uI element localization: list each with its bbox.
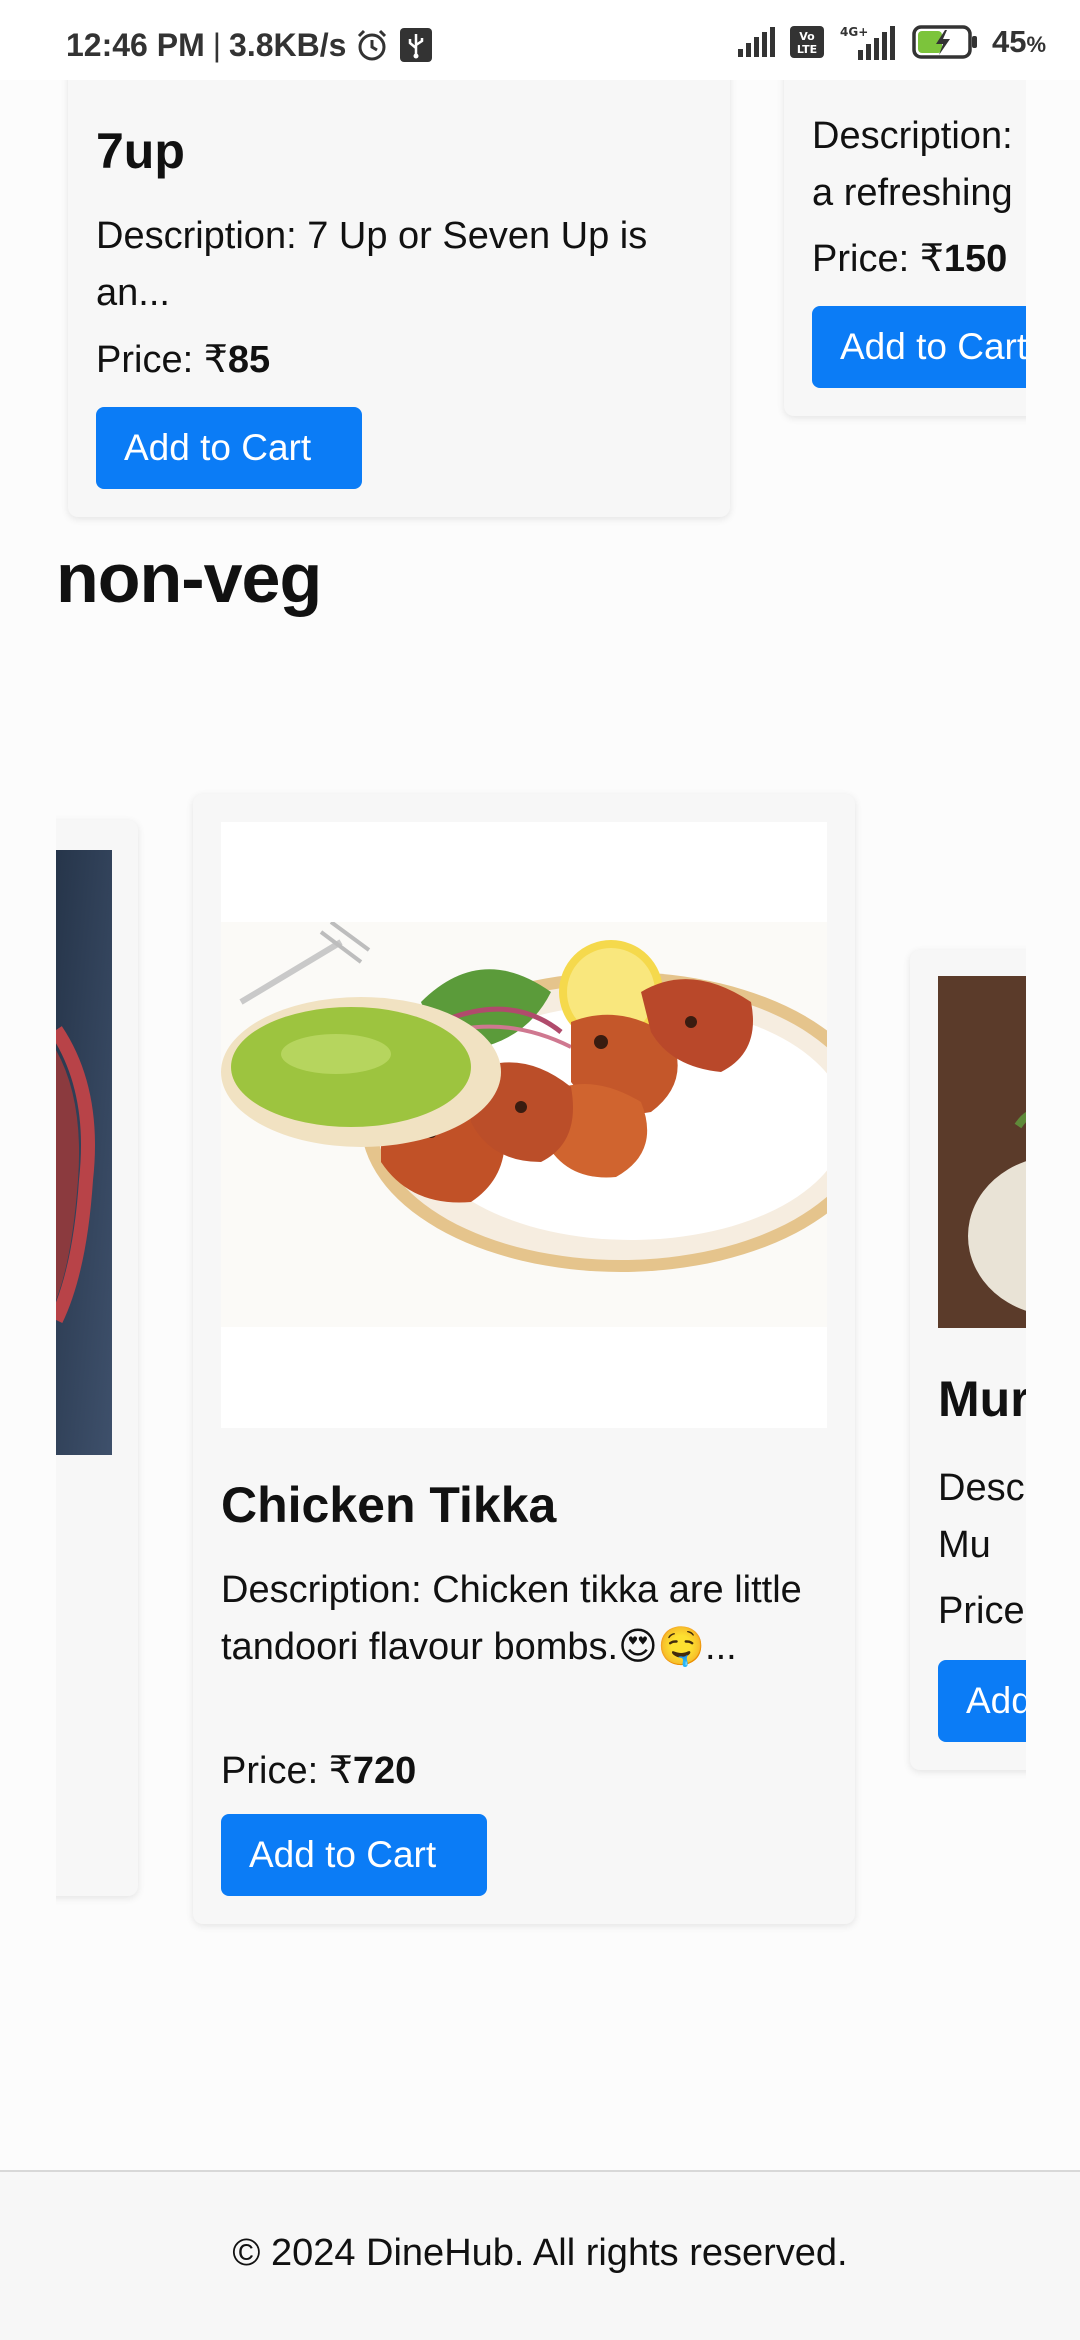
battery-icon xyxy=(912,25,977,59)
add-to-cart-button[interactable]: Add xyxy=(938,1660,1026,1742)
section-title-non-veg: non-veg xyxy=(56,539,322,617)
footer-copyright: © 2024 DineHub. All rights reserved. xyxy=(232,2232,848,2274)
product-description: Description: Chicken tikka are little ta… xyxy=(221,1569,802,1668)
status-separator: | xyxy=(212,26,222,63)
status-left: 12:46 PM | 3.8KB/s xyxy=(66,26,434,64)
add-to-cart-button[interactable]: Add to Cart xyxy=(221,1814,487,1896)
volte-icon: Vo LTE xyxy=(789,26,824,58)
product-description: Desc a Mu xyxy=(938,1467,1026,1566)
product-price: Price xyxy=(938,1590,1025,1632)
product-price: Price: ₹720 xyxy=(221,1750,417,1792)
product-price: Price: ₹150 xyxy=(812,238,1008,280)
status-time: 12:46 PM xyxy=(66,26,205,63)
product-card-chicken-tikka: Chicken Tikka Description: Chicken tikka… xyxy=(193,794,855,1924)
product-image xyxy=(56,850,112,1455)
add-to-cart-button[interactable]: Add to Cart xyxy=(812,306,1026,388)
status-bar: 12:46 PM | 3.8KB/s Vo LTE 4G+ 45% xyxy=(0,0,1080,80)
footer: © 2024 DineHub. All rights reserved. xyxy=(0,2170,1080,2340)
product-title: 7up xyxy=(96,123,185,179)
product-title: Chicken Tikka xyxy=(221,1477,557,1533)
alarm-icon xyxy=(358,29,387,61)
status-net-speed: 3.8KB/s xyxy=(229,26,347,63)
product-image xyxy=(938,976,1026,1328)
svg-text:Vo: Vo xyxy=(799,30,815,43)
signal-4g-icon: 4G+ xyxy=(840,25,895,60)
menu-scroll-area[interactable]: 7up Description: 7 Up or Seven Up is an.… xyxy=(56,0,1026,2000)
product-image-frame xyxy=(221,822,827,1428)
usb-icon xyxy=(400,28,433,62)
product-description: Description: a refreshing xyxy=(812,115,1013,214)
product-card-nonveg-left xyxy=(56,820,138,1896)
chicken-tikka-image xyxy=(221,822,827,1428)
battery-percent: 45% xyxy=(991,24,1046,59)
status-right: Vo LTE 4G+ 45% xyxy=(736,24,1046,60)
svg-text:LTE: LTE xyxy=(797,43,817,56)
signal-icon xyxy=(737,27,775,57)
product-price: Price: ₹85 xyxy=(96,339,271,381)
add-to-cart-button[interactable]: Add to Cart xyxy=(96,407,362,489)
product-card-nonveg-right: Mur Desc a Mu Price Add xyxy=(910,950,1026,1770)
svg-text:4G+: 4G+ xyxy=(840,25,868,39)
product-description: Description: 7 Up or Seven Up is an... xyxy=(96,215,648,314)
product-title: Mur xyxy=(938,1371,1026,1427)
